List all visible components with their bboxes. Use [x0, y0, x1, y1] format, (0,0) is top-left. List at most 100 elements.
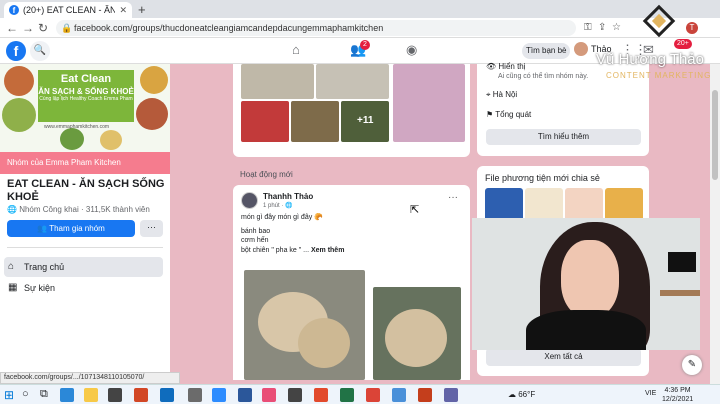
post-author[interactable]: Thanhh Thảo [263, 192, 313, 201]
about-item-title: Hiển thị [498, 62, 526, 71]
divider [7, 247, 163, 248]
group-title: EAT CLEAN - ĂN SẠCH SỐNG KHOẺ [7, 178, 165, 203]
scrollbar-thumb[interactable] [712, 90, 718, 180]
group-sidebar: Eat Clean ĂN SẠCH & SỐNG KHOẺ Cùng lập l… [0, 64, 170, 374]
mouse-cursor-icon: ⇱ [410, 204, 420, 216]
media-thumb[interactable] [485, 188, 523, 222]
photo[interactable] [393, 64, 465, 142]
url-bar[interactable]: 🔒 facebook.com/groups/thucdoneatcleangia… [56, 20, 576, 36]
post-photo[interactable] [244, 270, 365, 380]
presenter-face [561, 240, 619, 318]
webcam-overlay [472, 218, 700, 350]
mail-icon[interactable] [160, 388, 174, 402]
find-friends-button[interactable]: Tìm bạn bè [522, 43, 571, 59]
app-icon[interactable] [392, 388, 406, 402]
search-icon[interactable]: ○ [22, 388, 36, 402]
windows-taskbar: ⊞ ○ ⧉ ☁ 66°F VIE 4:36 PM 12/2/2021 [0, 384, 720, 404]
media-thumb[interactable] [525, 188, 563, 222]
store-icon[interactable] [108, 388, 122, 402]
see-all-button[interactable]: Xem tất cả [486, 348, 641, 366]
about-category: ⚑ Tổng quát [486, 110, 531, 119]
photo[interactable] [291, 101, 339, 142]
group-meta: 🌐 Nhóm Công khai · 311,5K thành viên [7, 205, 150, 214]
word-icon[interactable] [238, 388, 252, 402]
about-item-title: Hà Nội [492, 90, 518, 99]
task-view-icon[interactable]: ⧉ [40, 388, 54, 402]
post-options-icon[interactable]: ··· [448, 192, 458, 203]
about-item-subtitle: Ai cũng có thể tìm nhóm này. [498, 73, 589, 80]
photo-grid-card: +11 [233, 64, 470, 157]
app-icon[interactable] [262, 388, 276, 402]
facebook-logo-icon[interactable]: f [6, 41, 26, 61]
presenter-body [526, 310, 646, 350]
media-thumb[interactable] [605, 188, 643, 222]
clock-date: 12/2/2021 [662, 396, 694, 403]
join-label: Tham gia nhóm [49, 224, 105, 233]
browser-tab-bar: f (20+) EAT CLEAN - ĂN SẠCH SỐ... ✕ + [0, 0, 720, 18]
chrome-icon[interactable] [314, 388, 328, 402]
more-button[interactable]: ··· [140, 220, 163, 237]
share-icon[interactable]: ⇪ [598, 22, 606, 33]
cover-link: www.emmaphamkitchen.com [44, 124, 110, 130]
groups-nav-icon[interactable]: ◉ [406, 42, 417, 58]
photo[interactable] [241, 64, 314, 99]
home-nav-icon[interactable]: ⌂ [292, 42, 300, 57]
photo[interactable]: +11 [341, 101, 389, 142]
new-post-icon[interactable]: ✎ [682, 355, 702, 375]
about-item-title: Tổng quát [495, 110, 532, 119]
sidebar-item-events[interactable]: ▦ Sự kiện [4, 278, 163, 298]
media-title: File phương tiện mới chia sẻ [485, 173, 600, 183]
browser-tab[interactable]: f (20+) EAT CLEAN - ĂN SẠCH SỐ... ✕ [4, 2, 132, 18]
new-tab-icon[interactable]: + [138, 2, 146, 17]
file-explorer-icon[interactable] [84, 388, 98, 402]
close-tab-icon[interactable]: ✕ [119, 5, 127, 16]
zoom-icon[interactable] [212, 388, 226, 402]
see-more-link[interactable]: Xem thêm [311, 247, 344, 254]
post-line: bột chiên " pha ke " ... Xem thêm [241, 247, 344, 254]
reload-icon[interactable]: ↻ [38, 21, 48, 35]
photo[interactable] [241, 101, 289, 142]
learn-more-button[interactable]: Tìm hiểu thêm [486, 129, 641, 145]
excel-icon[interactable] [340, 388, 354, 402]
post-line-text: bột chiên " pha ke " ... [241, 247, 310, 254]
app-icon[interactable] [288, 388, 302, 402]
star-icon[interactable]: ☆ [612, 22, 621, 33]
post-line: món gì đây món gì đây 🥐 [241, 214, 323, 221]
group-cover-image: Eat Clean ĂN SẠCH & SỐNG KHOẺ Cùng lập l… [0, 64, 170, 152]
join-group-button[interactable]: 👥 Tham gia nhóm [7, 220, 135, 237]
avatar[interactable] [241, 192, 258, 209]
tab-title: (20+) EAT CLEAN - ĂN SẠCH SỐ... [23, 5, 116, 15]
browser-profile-avatar[interactable]: T [686, 22, 698, 34]
location-icon: ⌖ [486, 90, 491, 99]
app-icon[interactable] [444, 388, 458, 402]
search-icon[interactable]: 🔍 [30, 41, 50, 61]
media-thumb[interactable] [565, 188, 603, 222]
activity-header: Hoạt động mới [240, 170, 293, 179]
post-time[interactable]: 1 phút · 🌐 [263, 202, 292, 209]
cover-subtitle: ĂN SẠCH & SỐNG KHOẺ [38, 87, 134, 96]
weather-readout: ☁ 66°F [508, 390, 536, 399]
avatar [574, 42, 588, 56]
edge-icon[interactable] [60, 388, 74, 402]
eye-icon: 👁 [486, 62, 497, 71]
post-line: cơm hến [241, 237, 269, 244]
app-icon[interactable] [134, 388, 148, 402]
language-indicator[interactable]: VIE [645, 390, 656, 397]
chrome-icon[interactable] [366, 388, 380, 402]
group-owner-strip[interactable]: Nhóm của Emma Pham Kitchen [0, 152, 170, 174]
back-icon[interactable]: ← [6, 21, 18, 35]
powerpoint-icon[interactable] [418, 388, 432, 402]
post-card: Thanhh Thảo 1 phút · 🌐 ··· món gì đây mó… [233, 185, 470, 380]
sidebar-item-label: Trang chủ [24, 262, 65, 272]
windows-start-icon[interactable]: ⊞ [4, 388, 18, 402]
page-scrollbar[interactable] [710, 64, 720, 384]
sidebar-item-label: Sự kiện [24, 283, 56, 293]
photo[interactable] [316, 64, 389, 99]
clock[interactable]: 4:36 PM 12/2/2021 [662, 386, 693, 404]
calendar-icon: ▦ [8, 282, 18, 293]
key-icon[interactable]: ⚿ [584, 22, 592, 33]
forward-icon[interactable]: → [22, 21, 34, 35]
post-photo[interactable] [373, 287, 461, 380]
app-icon[interactable] [188, 388, 202, 402]
sidebar-item-home[interactable]: ⌂ Trang chủ [4, 257, 163, 277]
